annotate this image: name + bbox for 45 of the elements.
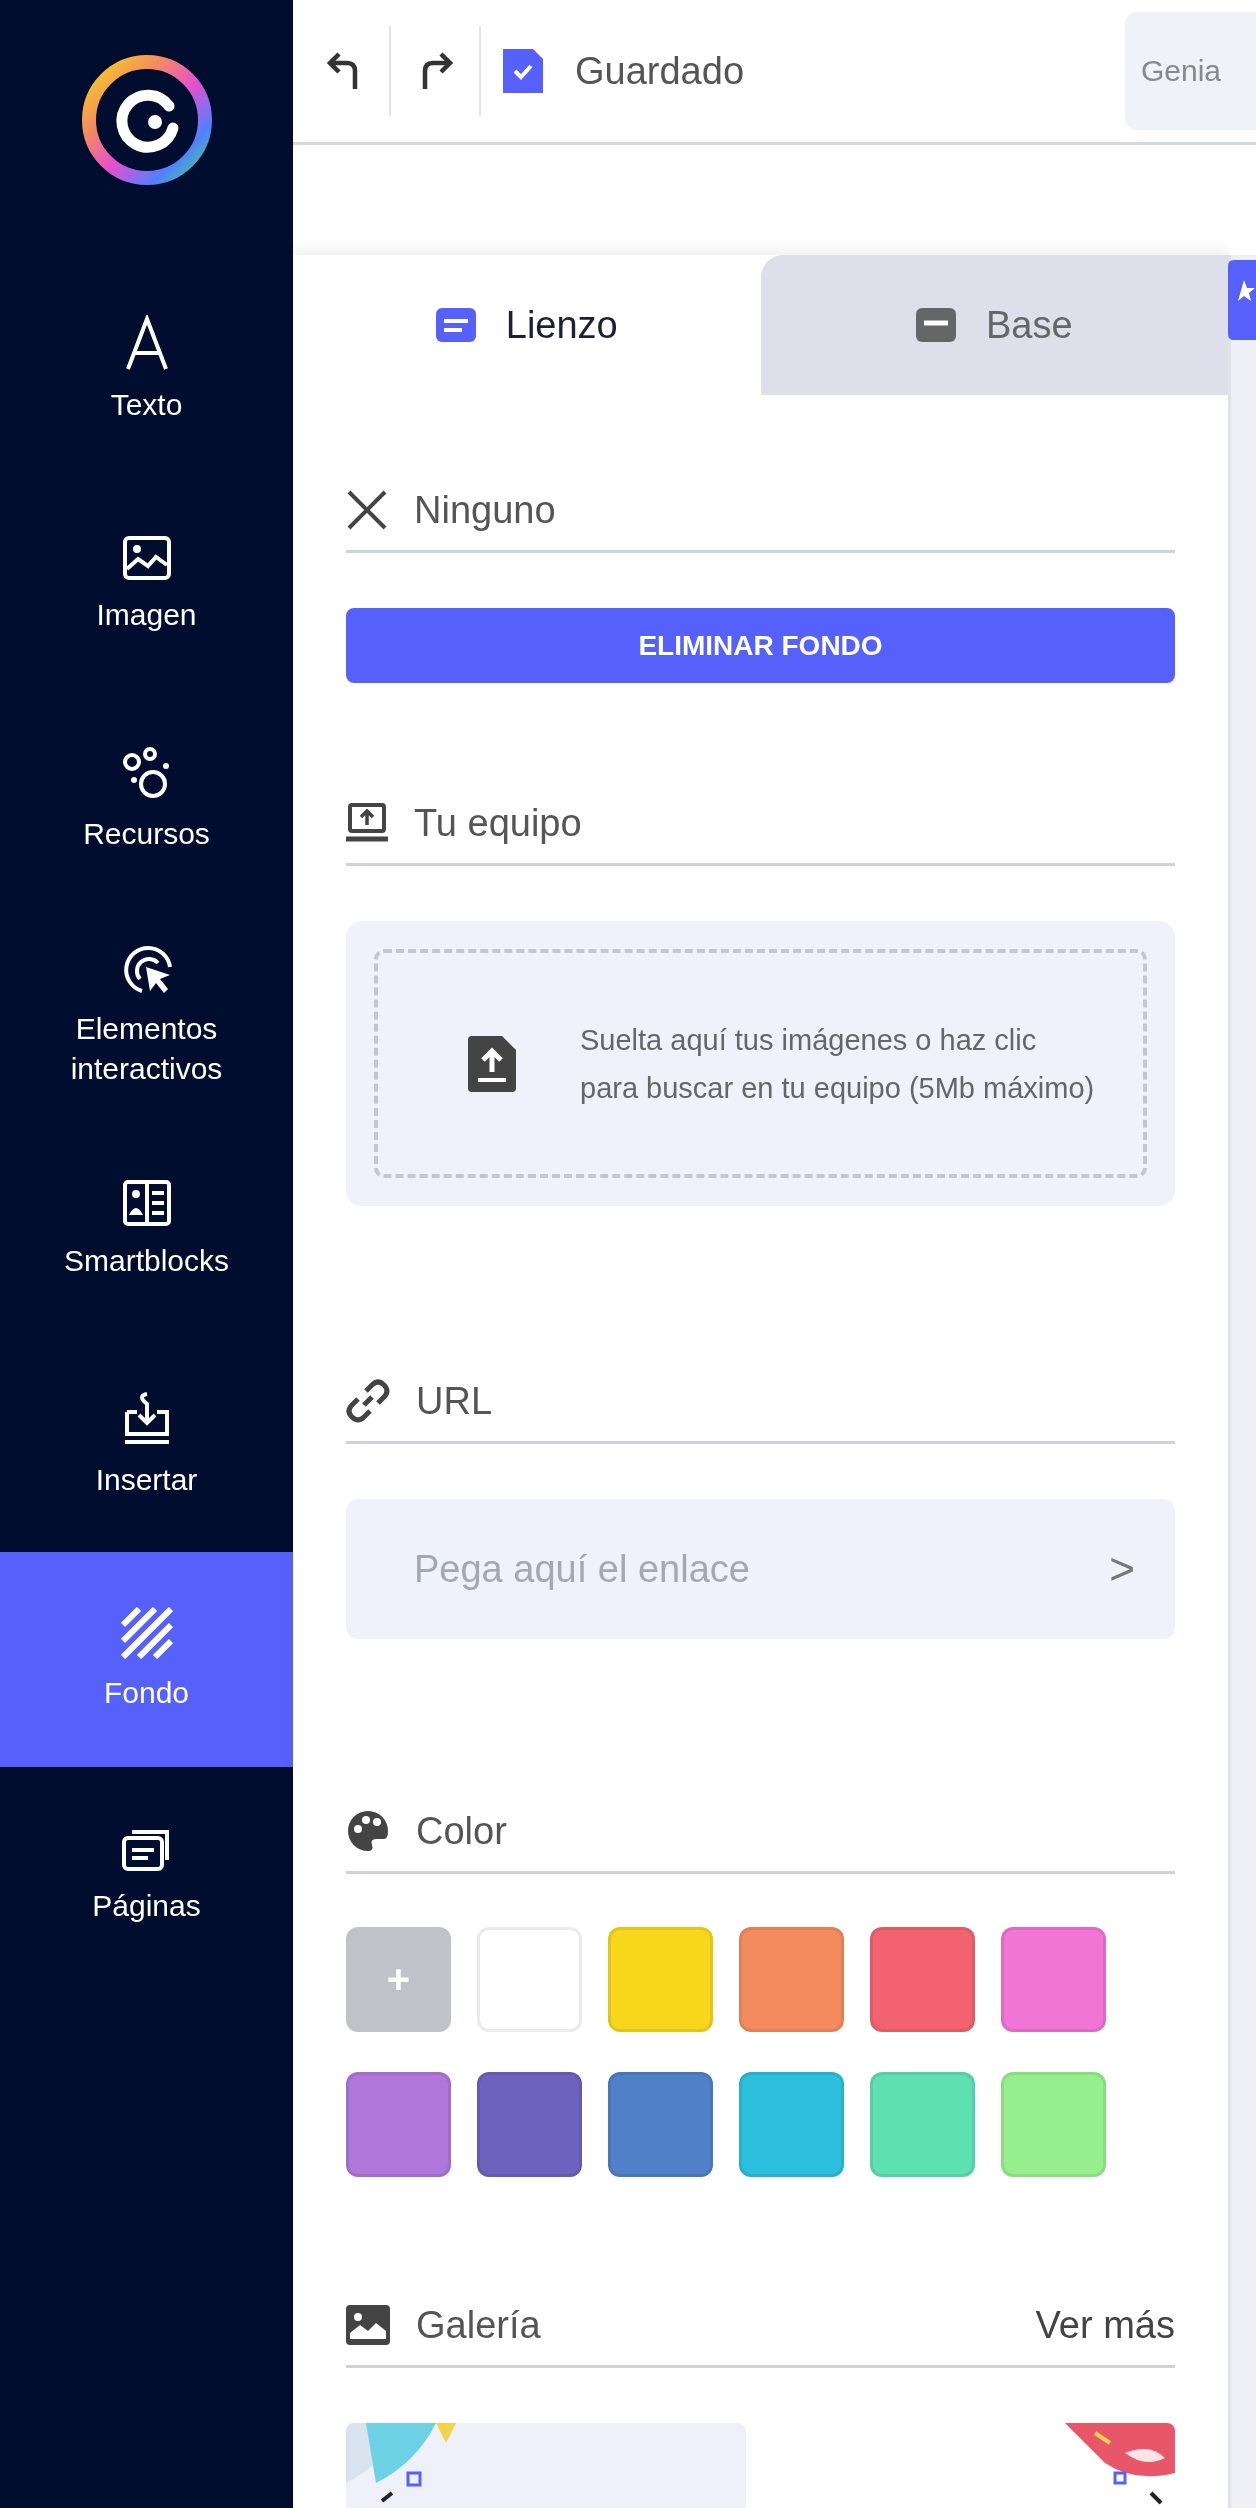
sidebar-item[interactable]: Fondo	[0, 1552, 293, 1767]
panel-tab[interactable]: Lienzo	[293, 255, 761, 395]
sidebar-item[interactable]: Recursos	[0, 692, 293, 907]
panel-tab[interactable]: Base	[760, 255, 1228, 395]
color-swatch[interactable]	[1001, 2072, 1106, 2177]
stripes-icon	[120, 1606, 173, 1659]
drop-zone-text: Suelta aquí tus imágenes o haz clic para buscar en tu equipo (5Mb máximo)	[580, 1022, 1096, 1106]
color-swatch[interactable]	[608, 1927, 713, 2032]
canvas-icon	[435, 308, 476, 342]
blocks-icon	[121, 1178, 172, 1227]
sidebar-item[interactable]: Páginas	[0, 1767, 293, 1982]
section-heading: URL	[416, 1379, 493, 1423]
section-heading: Color	[416, 1809, 507, 1853]
base-icon	[915, 308, 956, 342]
url-field[interactable]: Pega aquí el enlace >	[346, 1499, 1175, 1639]
sidebar-item[interactable]: Imagen	[0, 477, 293, 692]
submit-arrow[interactable]: >	[1109, 1544, 1135, 1594]
image-icon	[121, 534, 172, 581]
palette-icon	[346, 1809, 390, 1853]
sidebar-item[interactable]: Smartblocks	[0, 1122, 293, 1337]
section-heading: Galería	[416, 2303, 542, 2347]
color-swatch[interactable]	[870, 1927, 975, 2032]
color-swatch[interactable]	[739, 2072, 844, 2177]
sidebar-item[interactable]: Elementos interactivos	[0, 907, 293, 1122]
save-status: Guardado	[575, 49, 744, 93]
color-swatch[interactable]	[477, 2072, 582, 2177]
color-swatch[interactable]	[870, 2072, 975, 2177]
color-swatch[interactable]	[346, 2072, 451, 2177]
drop-zone[interactable]: Suelta aquí tus imágenes o haz clic para buscar en tu equipo (5Mb máximo)	[346, 921, 1175, 1206]
image-icon	[346, 2305, 390, 2345]
logo-icon	[80, 54, 213, 186]
laptop-icon	[346, 803, 388, 843]
sidebar-item[interactable]: Insertar	[0, 1337, 293, 1552]
none-option[interactable]: Ninguno	[414, 488, 556, 532]
upload-file-icon	[468, 1035, 516, 1092]
color-swatch[interactable]	[739, 1927, 844, 2032]
section-heading: Tu equipo	[414, 801, 582, 845]
color-swatch[interactable]	[608, 2072, 713, 2177]
remove-background-button[interactable]: ELIMINAR FONDO	[346, 608, 1175, 683]
see-more-link[interactable]: Ver más	[1035, 2303, 1175, 2347]
saved-icon	[503, 49, 543, 93]
close-icon[interactable]	[346, 489, 388, 531]
link-icon	[346, 1379, 390, 1423]
sidebar-item[interactable]: Texto	[0, 262, 293, 477]
color-swatch[interactable]	[1001, 1927, 1106, 2032]
